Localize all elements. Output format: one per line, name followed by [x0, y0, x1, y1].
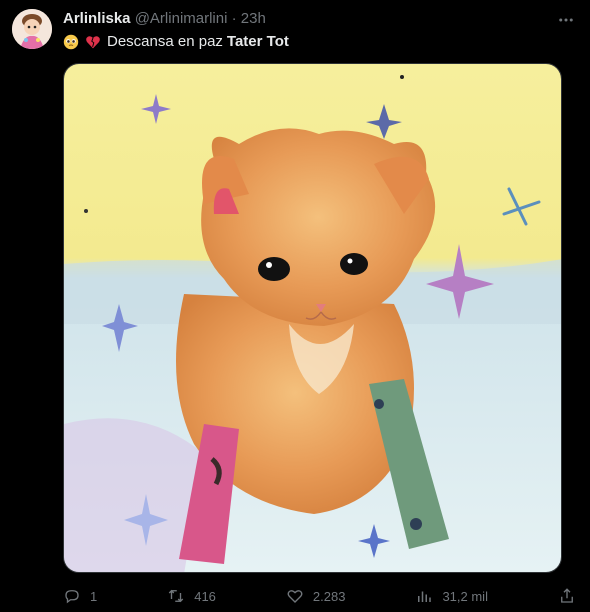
- post-text-prefix: Descansa en paz: [107, 33, 223, 50]
- post-text: Descansa en paz Tater Tot: [63, 32, 289, 52]
- post-time[interactable]: 23h: [241, 10, 266, 27]
- repost-count: 416: [194, 588, 216, 604]
- pleading-face-emoji-icon: [63, 34, 79, 50]
- analytics-icon: [418, 591, 432, 602]
- broken-heart-emoji-icon: [86, 36, 100, 49]
- more-options-icon[interactable]: [556, 10, 576, 30]
- views-button[interactable]: 31,2 mil: [415, 587, 488, 605]
- avatar[interactable]: [12, 9, 52, 49]
- author-handle[interactable]: @Arlinimarlini: [135, 10, 228, 27]
- avatar-image: [12, 9, 52, 49]
- reply-icon: [65, 590, 79, 604]
- like-button[interactable]: 2.283: [286, 587, 346, 605]
- reply-button[interactable]: 1: [63, 587, 97, 605]
- reply-count: 1: [90, 588, 98, 604]
- post-text-bold: Tater Tot: [226, 33, 289, 50]
- cat-painting-image: [64, 64, 561, 572]
- post-header: Arlinliska @Arlinimarlini · 23h: [63, 10, 550, 28]
- share-icon: [561, 588, 573, 603]
- heart-icon: [287, 590, 303, 603]
- view-count: 31,2 mil: [442, 588, 488, 604]
- repost-icon: [168, 589, 184, 603]
- separator: ·: [231, 10, 237, 27]
- action-bar: 1 416 2.283 31,2 mil: [63, 584, 576, 608]
- repost-button[interactable]: 416: [167, 587, 216, 605]
- author-name[interactable]: Arlinliska: [63, 10, 131, 27]
- share-button[interactable]: [558, 587, 576, 605]
- like-count: 2.283: [312, 588, 346, 604]
- post-media[interactable]: [63, 63, 562, 573]
